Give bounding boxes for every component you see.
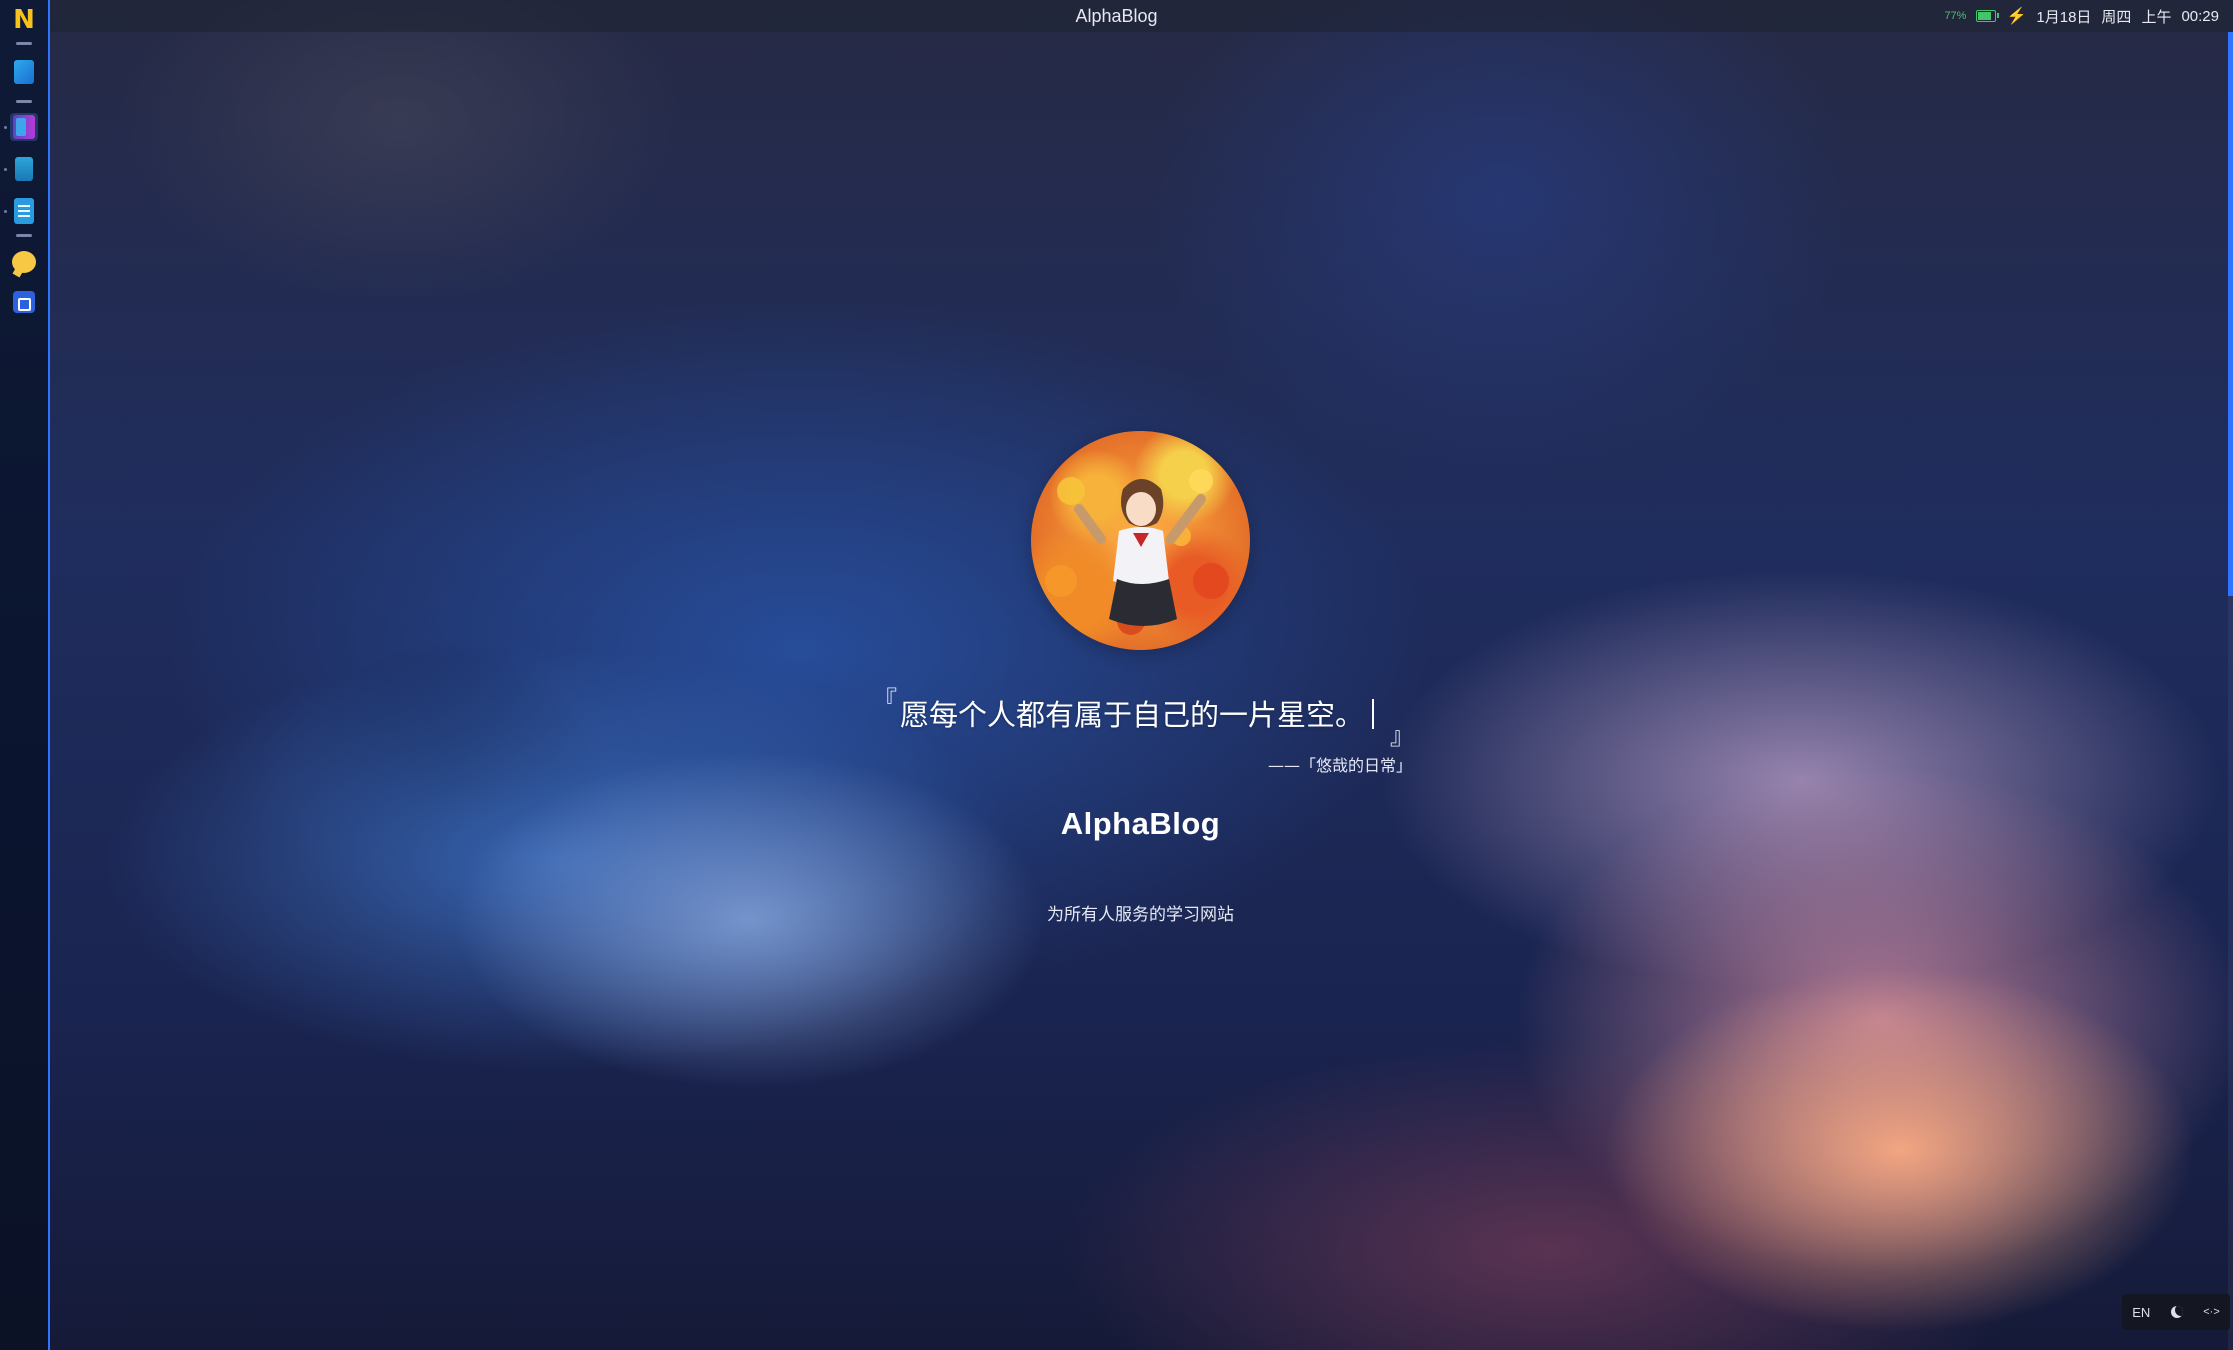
- quote-text: 愿每个人都有属于自己的一片星空。: [900, 698, 1365, 732]
- avatar[interactable]: [1031, 431, 1250, 650]
- dock-separator: [16, 42, 32, 45]
- blurred-wallpaper: [0, 0, 2233, 1350]
- running-indicator: [4, 210, 7, 213]
- dock-item-n-app[interactable]: N: [10, 6, 38, 34]
- avatar-anime-girl-icon: [1045, 469, 1229, 635]
- battery-percent: 77%: [1944, 10, 1967, 22]
- n-logo-icon: N: [13, 5, 35, 35]
- tray-time[interactable]: 00:29: [2181, 8, 2219, 25]
- dock-item-book[interactable]: [10, 58, 38, 86]
- scrollbar-thumb[interactable]: [2228, 32, 2233, 596]
- dock-item-document[interactable]: [10, 197, 38, 225]
- notebook-icon: [15, 157, 33, 181]
- book-icon: [14, 60, 34, 84]
- tray-date[interactable]: 1月18日: [2036, 6, 2091, 27]
- system-tray: 77% ⚡ 1月18日 周四 上午 00:29: [1944, 0, 2219, 32]
- tray-ampm[interactable]: 上午: [2141, 6, 2171, 27]
- quote-block: 『 愿每个人都有属于自己的一片星空。 』: [860, 678, 1420, 750]
- dock-item-library[interactable]: [10, 113, 38, 141]
- tray-weekday[interactable]: 周四: [2101, 6, 2131, 27]
- dock-item-notebook[interactable]: [10, 155, 38, 183]
- dock-item-chat[interactable]: [10, 248, 38, 276]
- site-subtitle: 为所有人服务的学习网站: [1047, 905, 1234, 925]
- language-toggle[interactable]: EN: [2132, 1305, 2150, 1320]
- site-title: AlphaBlog: [1060, 806, 1221, 841]
- ellipsis-icon[interactable]: <·>: [2203, 1306, 2220, 1318]
- window-title: AlphaBlog: [1075, 5, 1158, 26]
- running-indicator: [4, 126, 7, 129]
- battery-icon[interactable]: [1976, 10, 2000, 22]
- quote-source: ——「悠哉的日常」: [1268, 756, 1413, 775]
- quote-close-bracket: 』: [1390, 722, 1414, 750]
- top-bar: AlphaBlog 77% ⚡ 1月18日 周四 上午 00:29: [0, 0, 2233, 32]
- library-icon: [13, 115, 35, 139]
- quote-open-bracket: 『: [873, 686, 897, 714]
- app-dock: N: [0, 0, 50, 1350]
- typing-cursor: [1372, 699, 1375, 729]
- moon-icon[interactable]: [2170, 1306, 2183, 1318]
- floating-tools: EN <·>: [2122, 1294, 2230, 1330]
- chat-bubble-icon: [12, 251, 36, 273]
- running-indicator: [4, 168, 7, 171]
- quote-text-wrap: 愿每个人都有属于自己的一片星空。: [900, 692, 1375, 734]
- document-icon: [14, 198, 34, 224]
- dock-item-extension[interactable]: [10, 288, 38, 316]
- desktop-screen: AlphaBlog 77% ⚡ 1月18日 周四 上午 00:29 N 『 愿每…: [0, 0, 2233, 1350]
- dock-separator: [16, 234, 32, 237]
- extension-icon: [13, 291, 35, 313]
- charging-icon: ⚡: [2006, 8, 2027, 25]
- dock-separator: [16, 100, 32, 103]
